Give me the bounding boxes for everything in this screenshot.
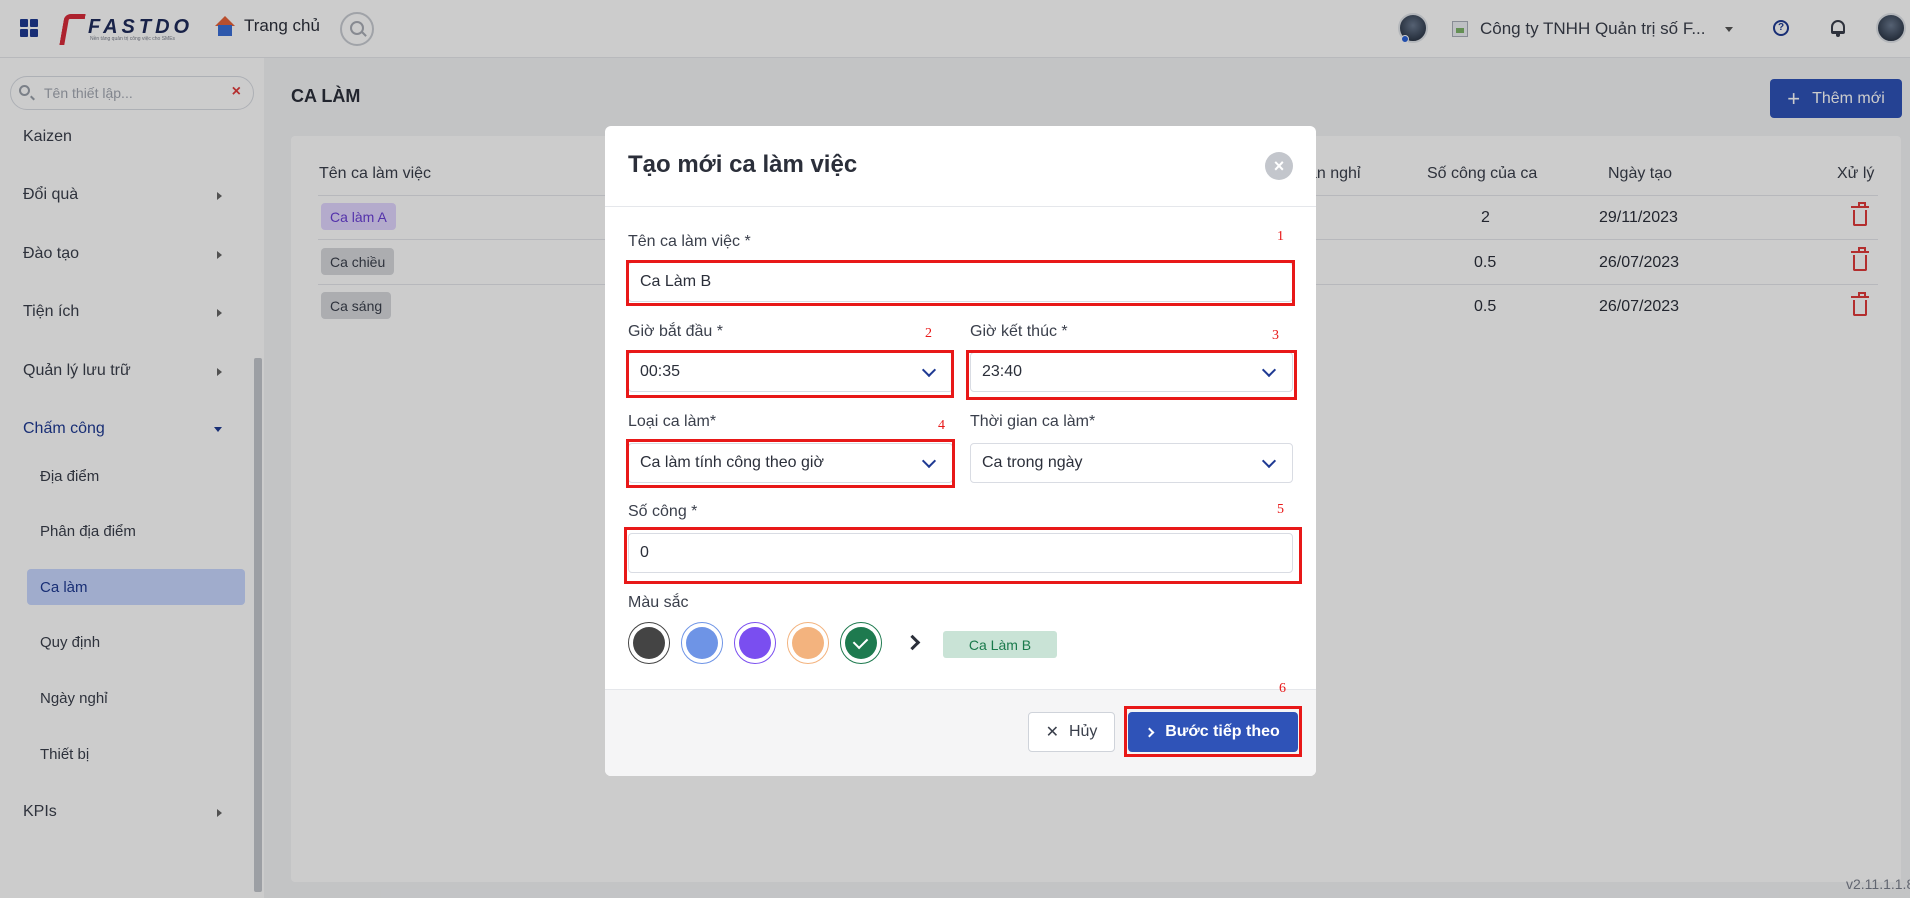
close-icon[interactable]: × [1265, 152, 1293, 180]
cancel-label: Hủy [1068, 723, 1098, 740]
annotation-number: 4 [938, 418, 945, 433]
start-time-label: Giờ bắt đầu * [628, 323, 723, 340]
shift-period-select[interactable]: Ca trong ngày [970, 443, 1293, 483]
color-swatch-orange[interactable] [787, 622, 829, 664]
check-icon [852, 633, 869, 650]
shift-name-label: Tên ca làm việc * [628, 233, 751, 250]
color-swatch-blue[interactable] [681, 622, 723, 664]
annotation-number: 6 [1279, 681, 1286, 696]
annotation-number: 1 [1277, 229, 1284, 244]
color-label: Màu sắc [628, 594, 689, 611]
chevron-down-icon [1261, 453, 1277, 469]
annotation-number: 5 [1277, 502, 1284, 517]
color-preview-tag: Ca Làm B [943, 631, 1057, 658]
modal-divider [605, 206, 1316, 207]
highlight-box [626, 439, 955, 488]
highlight-box [624, 527, 1302, 584]
highlight-box [966, 350, 1297, 400]
highlight-box [626, 260, 1295, 306]
cancel-button[interactable]: ✕ Hủy [1028, 712, 1115, 752]
color-swatch-purple[interactable] [734, 622, 776, 664]
end-time-label: Giờ kết thúc * [970, 323, 1068, 340]
shift-period-label: Thời gian ca làm* [970, 413, 1096, 430]
highlight-box [626, 350, 954, 398]
highlight-box [1124, 706, 1302, 757]
color-swatch-dark[interactable] [628, 622, 670, 664]
annotation-number: 3 [1272, 328, 1279, 343]
shift-type-label: Loại ca làm* [628, 413, 717, 430]
cong-label: Số công * [628, 503, 698, 520]
annotation-number: 2 [925, 326, 932, 341]
modal-title: Tạo mới ca làm việc [628, 151, 858, 178]
color-swatch-green-selected[interactable] [840, 622, 882, 664]
shift-period-value: Ca trong ngày [982, 454, 1083, 471]
close-icon: ✕ [1045, 724, 1059, 741]
create-shift-modal: Tạo mới ca làm việc × Tên ca làm việc * … [605, 126, 1316, 776]
chevron-right-icon [904, 634, 921, 651]
